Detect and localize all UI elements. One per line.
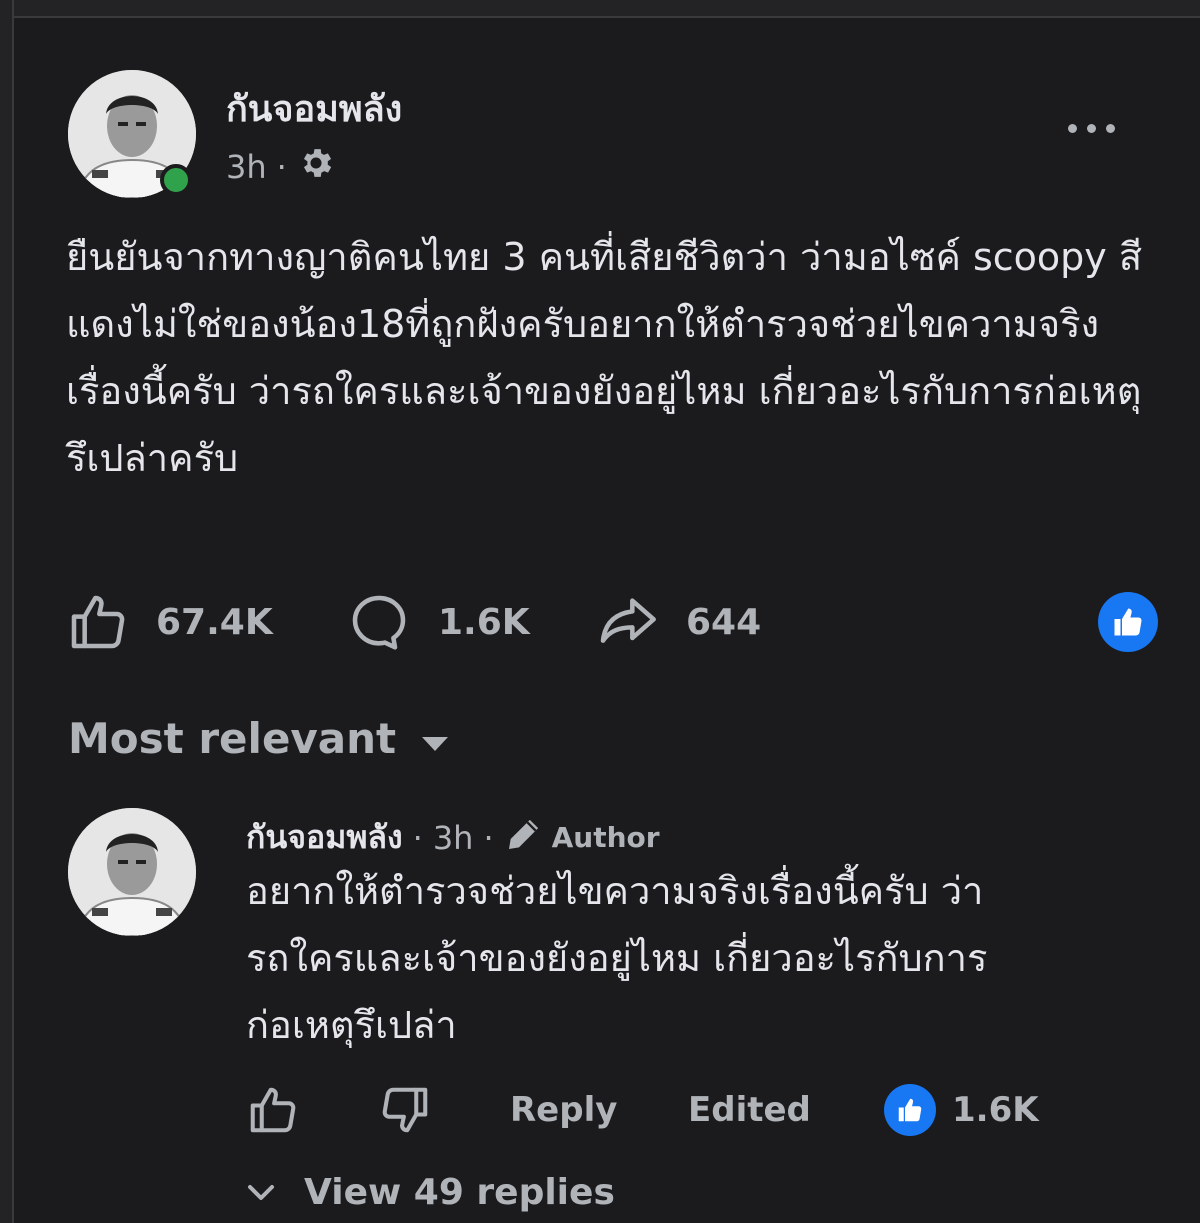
caret-down-icon (420, 714, 450, 763)
thumbs-up-icon[interactable] (246, 1080, 300, 1140)
online-status-dot (160, 164, 192, 196)
comment-body-text: อยากให้ตำรวจช่วยไขความจริงเรื่องนี้ครับ … (246, 869, 988, 1047)
comment-author-name[interactable]: กันจอมพลัง (246, 812, 403, 863)
author-badge: Author (504, 814, 660, 861)
thumbs-down-icon[interactable] (378, 1080, 432, 1140)
post-time[interactable]: 3h (226, 148, 267, 186)
comment-header: กันจอมพลัง · 3h · Author (246, 812, 660, 863)
view-replies-button[interactable]: View 49 replies (246, 1172, 615, 1213)
pencil-icon (504, 814, 544, 861)
view-replies-label: View 49 replies (304, 1172, 615, 1213)
comment-count: 1.6K (438, 601, 530, 643)
window-left-border (0, 0, 14, 1223)
sort-label: Most relevant (68, 714, 397, 763)
comment-time[interactable]: 3h (433, 819, 474, 857)
comment-separator: · (483, 818, 494, 857)
more-horizontal-icon (1067, 123, 1077, 133)
comment-reactions[interactable]: 1.6K (884, 1080, 1039, 1140)
share-arrow-icon (594, 590, 660, 654)
window-top-border (0, 0, 1200, 18)
thumbs-up-icon (66, 590, 130, 654)
comment-actions: Reply Edited 1.6K (246, 1080, 1066, 1140)
comment-bubble-icon (346, 590, 412, 654)
post-author-name[interactable]: กันจอมพลัง (226, 80, 402, 137)
edited-label[interactable]: Edited (688, 1080, 811, 1140)
author-badge-label: Author (551, 821, 660, 854)
share-button[interactable]: 644 (594, 590, 761, 654)
post-meta: 3h · (226, 144, 335, 190)
like-count: 67.4K (156, 601, 273, 643)
comment-button[interactable]: 1.6K (346, 590, 530, 654)
comment-reaction-count: 1.6K (952, 1090, 1039, 1130)
share-count: 644 (686, 601, 762, 643)
post-body-text: ยืนยันจากทางญาติคนไทย 3 คนที่เสียชีวิตว่… (66, 235, 1143, 480)
comments-sort-dropdown[interactable]: Most relevant (68, 714, 450, 763)
like-reaction-icon (884, 1084, 936, 1136)
like-reaction-icon[interactable] (1098, 592, 1158, 652)
gear-icon[interactable] (297, 144, 335, 190)
chevron-down-icon (246, 1172, 276, 1213)
meta-separator: · (276, 148, 287, 186)
reply-button[interactable]: Reply (510, 1080, 617, 1140)
like-button[interactable]: 67.4K (66, 590, 273, 654)
comment-separator: · (412, 818, 423, 857)
comment-author-avatar[interactable] (68, 808, 196, 936)
more-options-button[interactable] (1060, 108, 1122, 148)
